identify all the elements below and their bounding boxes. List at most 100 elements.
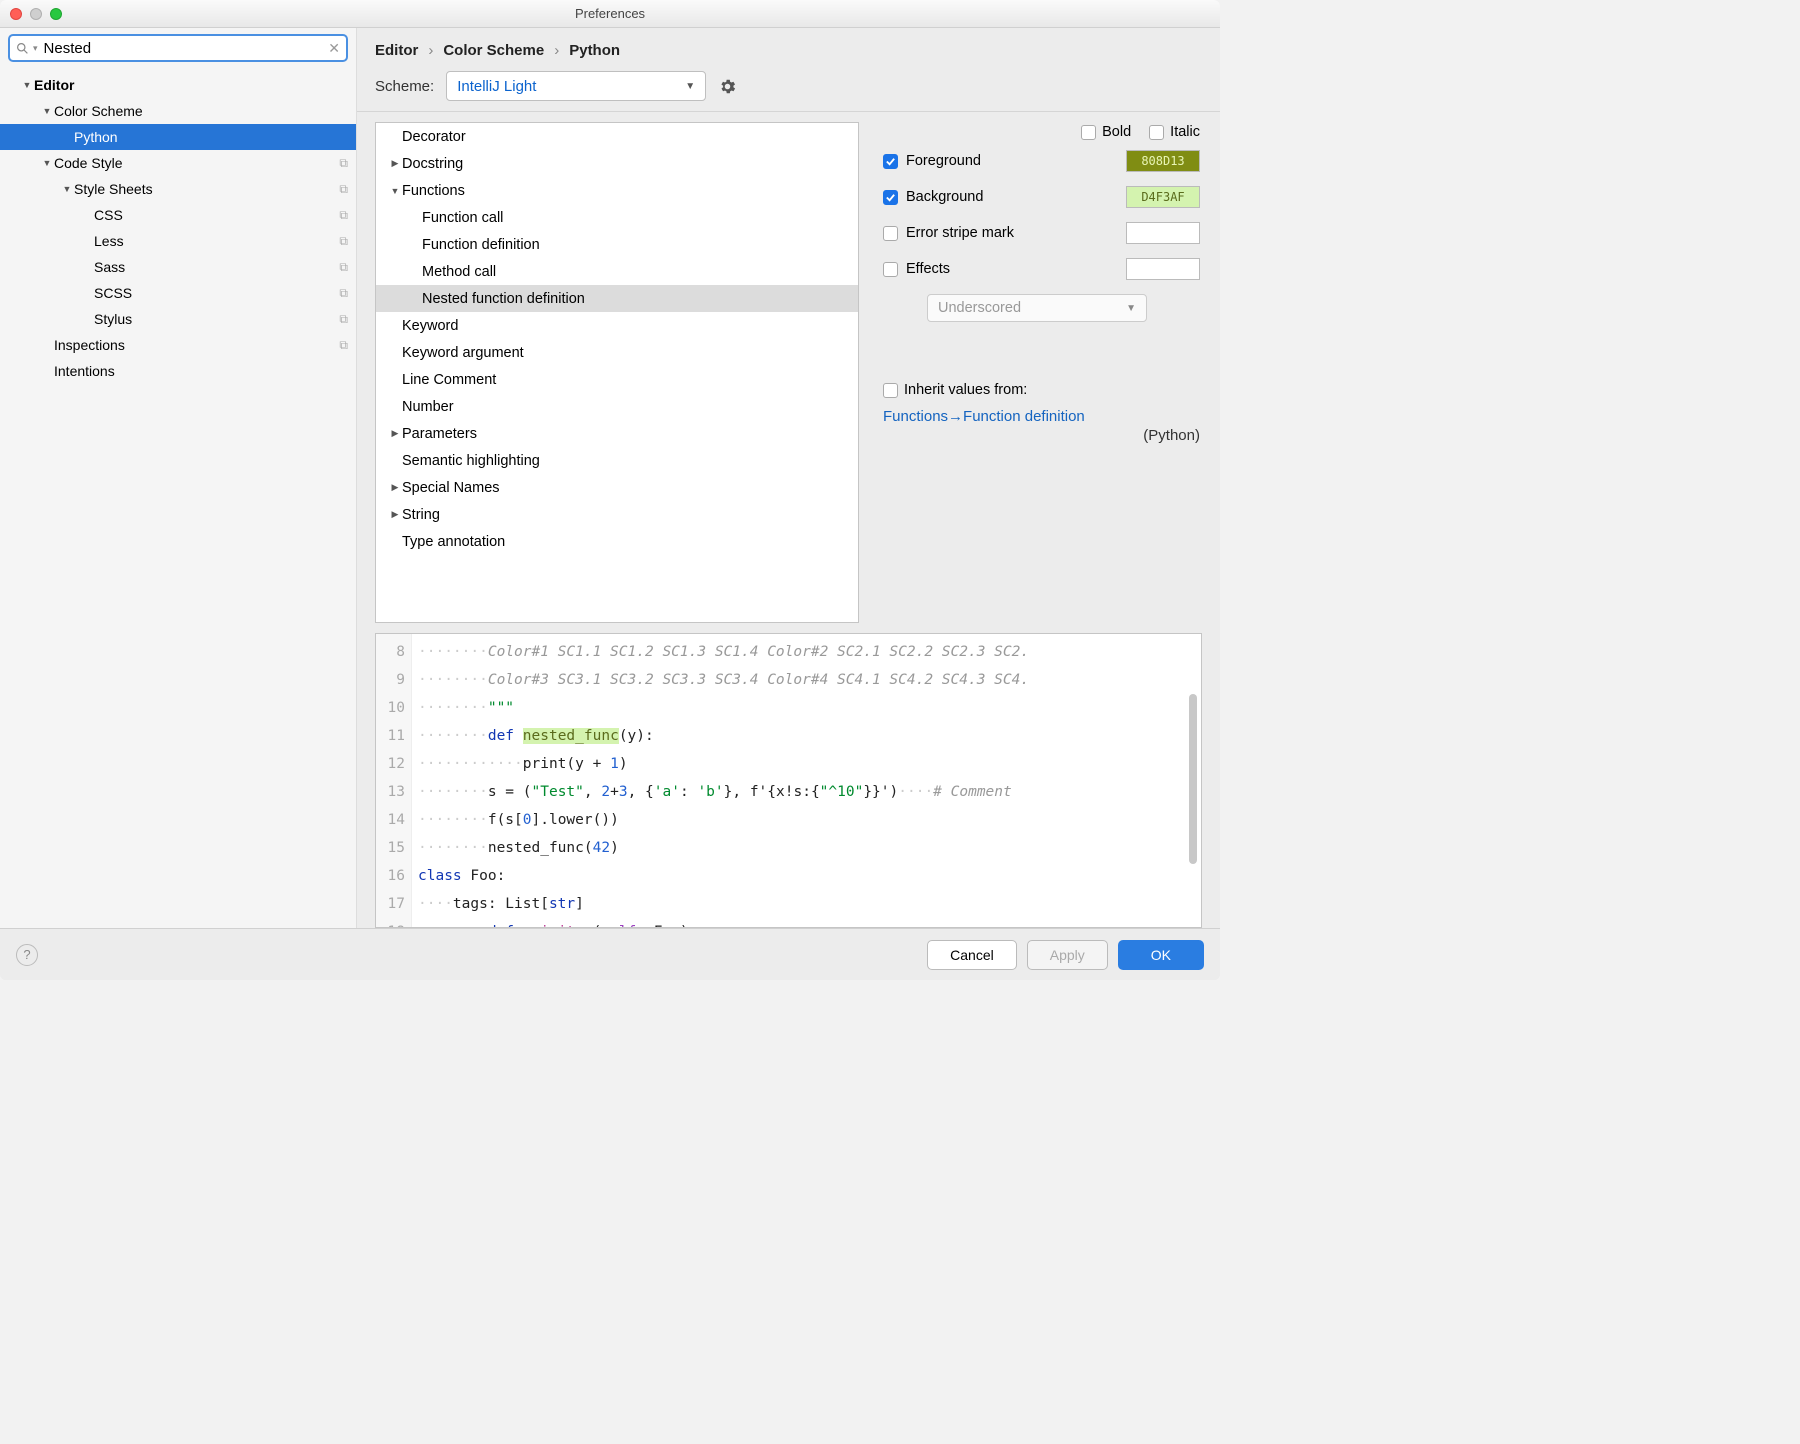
tree-label: Sass	[94, 259, 125, 275]
category-decorator[interactable]: Decorator	[376, 123, 858, 150]
gutter: 89101112131415161718	[376, 634, 412, 927]
inherit-note: (Python)	[883, 427, 1200, 444]
project-icon: ⧉	[339, 338, 348, 353]
code: ········Color#1 SC1.1 SC1.2 SC1.3 SC1.4 …	[412, 634, 1201, 927]
effects-type-select[interactable]: Underscored ▼	[927, 294, 1147, 322]
effects-checkbox[interactable]	[883, 262, 898, 277]
category-keyword-argument[interactable]: Keyword argument	[376, 339, 858, 366]
titlebar: Preferences	[0, 0, 1220, 28]
effects-color-swatch[interactable]	[1126, 258, 1200, 280]
ok-button[interactable]: OK	[1118, 940, 1204, 970]
chevron-down-icon: ▼	[20, 80, 34, 90]
category-nested-function-definition[interactable]: Nested function definition	[376, 285, 858, 312]
project-icon: ⧉	[339, 156, 348, 171]
middle: Decorator▶Docstring▼FunctionsFunction ca…	[357, 112, 1220, 623]
sidebar-item-less[interactable]: Less⧉	[0, 228, 356, 254]
background-color-swatch[interactable]: D4F3AF	[1126, 186, 1200, 208]
sidebar-item-python[interactable]: Python	[0, 124, 356, 150]
background-checkbox[interactable]	[883, 190, 898, 205]
gear-icon[interactable]	[718, 77, 737, 96]
category-method-call[interactable]: Method call	[376, 258, 858, 285]
category-label: Method call	[422, 264, 496, 280]
tree-label: Intentions	[54, 363, 115, 379]
chevron-right-icon: ▶	[388, 482, 402, 493]
category-special-names[interactable]: ▶Special Names	[376, 474, 858, 501]
error-stripe-checkbox[interactable]	[883, 226, 898, 241]
cancel-button[interactable]: Cancel	[927, 940, 1017, 970]
tree-label: Stylus	[94, 311, 132, 327]
bold-checkbox[interactable]: Bold	[1081, 124, 1131, 140]
code-preview[interactable]: 89101112131415161718 ········Color#1 SC1…	[375, 633, 1202, 928]
category-label: Function definition	[422, 237, 540, 253]
sidebar-item-scss[interactable]: SCSS⧉	[0, 280, 356, 306]
sidebar: ▾ ✕ ▼Editor▼Color SchemePython▼Code Styl…	[0, 28, 357, 928]
project-icon: ⧉	[339, 260, 348, 275]
category-number[interactable]: Number	[376, 393, 858, 420]
category-label: Number	[402, 399, 454, 415]
category-function-definition[interactable]: Function definition	[376, 231, 858, 258]
search-input[interactable]	[44, 40, 329, 57]
chevron-right-icon: ▶	[388, 158, 402, 169]
sidebar-item-inspections[interactable]: Inspections⧉	[0, 332, 356, 358]
sidebar-item-sass[interactable]: Sass ⧉	[0, 254, 356, 280]
apply-button[interactable]: Apply	[1027, 940, 1108, 970]
effects-label: Effects	[906, 261, 950, 277]
breadcrumb-color-scheme[interactable]: Color Scheme	[443, 42, 544, 59]
line-number: 11	[376, 722, 405, 750]
error-stripe-color-swatch[interactable]	[1126, 222, 1200, 244]
inherit-link[interactable]: Functions→Function definition	[883, 408, 1200, 425]
category-label: Functions	[402, 183, 465, 199]
category-type-annotation[interactable]: Type annotation	[376, 528, 858, 555]
clear-search-icon[interactable]: ✕	[328, 40, 340, 57]
category-list[interactable]: Decorator▶Docstring▼FunctionsFunction ca…	[375, 122, 859, 623]
line-number: 9	[376, 666, 405, 694]
category-line-comment[interactable]: Line Comment	[376, 366, 858, 393]
line-number: 12	[376, 750, 405, 778]
search-history-chevron-icon[interactable]: ▾	[33, 43, 38, 54]
sidebar-item-code-style[interactable]: ▼Code Style⧉	[0, 150, 356, 176]
category-functions[interactable]: ▼Functions	[376, 177, 858, 204]
project-icon: ⧉	[339, 312, 348, 327]
italic-checkbox[interactable]: Italic	[1149, 124, 1200, 140]
line-number: 10	[376, 694, 405, 722]
category-label: Keyword	[402, 318, 458, 334]
tree-label: Style Sheets	[74, 181, 153, 197]
category-parameters[interactable]: ▶Parameters	[376, 420, 858, 447]
foreground-checkbox[interactable]	[883, 154, 898, 169]
preview-scrollbar[interactable]	[1189, 694, 1197, 864]
scheme-label: Scheme:	[375, 78, 434, 95]
category-function-call[interactable]: Function call	[376, 204, 858, 231]
sidebar-item-color-scheme[interactable]: ▼Color Scheme	[0, 98, 356, 124]
category-semantic-highlighting[interactable]: Semantic highlighting	[376, 447, 858, 474]
chevron-down-icon: ▼	[40, 106, 54, 116]
breadcrumb: Editor › Color Scheme › Python	[357, 28, 1220, 65]
settings-tree: ▼Editor▼Color SchemePython▼Code Style⧉▼S…	[0, 66, 356, 384]
category-string[interactable]: ▶String	[376, 501, 858, 528]
category-keyword[interactable]: Keyword	[376, 312, 858, 339]
help-button[interactable]: ?	[16, 944, 38, 966]
footer: ? Cancel Apply OK	[0, 928, 1220, 980]
line-number: 17	[376, 890, 405, 918]
line-number: 8	[376, 638, 405, 666]
scheme-select[interactable]: IntelliJ Light ▼	[446, 71, 706, 101]
breadcrumb-editor[interactable]: Editor	[375, 42, 418, 59]
background-label: Background	[906, 189, 983, 205]
foreground-color-swatch[interactable]: 808D13	[1126, 150, 1200, 172]
category-label: Line Comment	[402, 372, 496, 388]
line-number: 18	[376, 918, 405, 928]
sidebar-item-editor[interactable]: ▼Editor	[0, 72, 356, 98]
project-icon: ⧉	[339, 286, 348, 301]
sidebar-item-style-sheets[interactable]: ▼Style Sheets⧉	[0, 176, 356, 202]
project-icon: ⧉	[339, 208, 348, 223]
sidebar-item-intentions[interactable]: Intentions	[0, 358, 356, 384]
chevron-down-icon: ▼	[1126, 303, 1136, 314]
breadcrumb-python[interactable]: Python	[569, 42, 620, 59]
sidebar-item-css[interactable]: CSS⧉	[0, 202, 356, 228]
sidebar-item-stylus[interactable]: Stylus ⧉	[0, 306, 356, 332]
main-panel: Editor › Color Scheme › Python Scheme: I…	[357, 28, 1220, 928]
category-docstring[interactable]: ▶Docstring	[376, 150, 858, 177]
project-icon: ⧉	[339, 182, 348, 197]
inherit-checkbox[interactable]: Inherit values from:	[883, 382, 1200, 398]
tree-label: Editor	[34, 77, 74, 93]
search-field[interactable]: ▾ ✕	[8, 34, 348, 62]
